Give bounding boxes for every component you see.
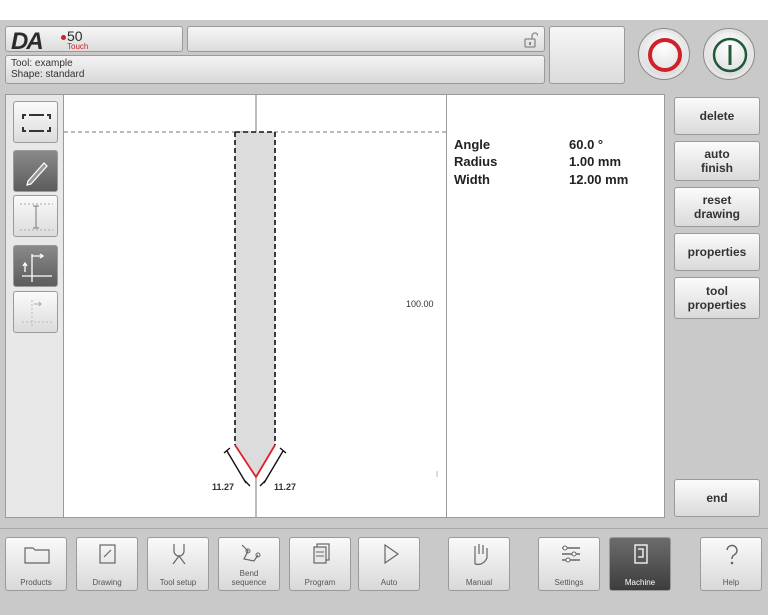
logo-da-text: DA [11,28,44,55]
stop-button[interactable] [638,28,690,80]
nav-manual[interactable]: Manual [448,537,510,591]
reset-drawing-button-label: reset drawing [693,193,740,221]
offset-axis-button[interactable] [13,291,58,333]
main-workspace: 100.00 11.27 11.27 Angle 60.0 ° Radius 1… [5,94,665,518]
property-value[interactable]: 12.00 mm [569,172,669,187]
axis-move-button[interactable] [13,245,58,287]
help-icon [726,544,738,565]
nav-label: Products [20,578,52,587]
folder-icon [24,547,50,564]
empty-panel [549,26,625,84]
vertical-dimension-button[interactable] [13,195,58,237]
nav-auto[interactable]: Auto [358,537,420,591]
property-value[interactable]: 1.00 mm [569,154,669,169]
auto-finish-button[interactable]: auto finish [674,141,760,181]
properties-panel: Angle 60.0 ° Radius 1.00 mm Width 12.00 … [448,95,664,517]
logo-dot [61,35,66,40]
status-bar [187,26,545,52]
axis-move-icon [22,253,52,282]
logo-touch-text: Touch [67,42,89,51]
end-button[interactable]: end [674,479,760,517]
property-name: Angle [454,137,491,152]
app-window: DA 50 Touch Tool: example Shape: standar… [0,20,768,615]
nav-label: Settings [554,578,584,587]
hand-icon [474,544,488,565]
delete-button[interactable]: delete [674,97,760,135]
properties-button-label: properties [687,245,747,259]
select-frame-icon [22,114,51,132]
tool-name-text: Tool: example [11,58,73,69]
end-button-label: end [706,491,728,505]
drawing-toolbar [6,95,64,517]
drawing-icon [99,544,116,564]
start-icon [712,37,748,73]
nav-label: Help [722,578,740,587]
nav-bend-sequence[interactable]: Bend sequence [218,537,280,591]
program-icon [313,543,330,564]
property-value[interactable]: 60.0 ° [569,137,669,152]
nav-label: Drawing [92,578,122,587]
nav-label: Auto [380,578,398,587]
delete-button-label: delete [699,109,735,123]
nav-machine[interactable]: Machine [609,537,671,591]
nav-label: Program [304,578,336,587]
nav-drawing[interactable]: Drawing [76,537,138,591]
nav-label: Bend sequence [231,569,267,587]
nav-settings[interactable]: Settings [538,537,600,591]
nav-program[interactable]: Program [289,537,351,591]
tool-setup-icon [172,544,186,565]
tool-properties-button[interactable]: tool properties [674,277,760,319]
reset-drawing-button[interactable]: reset drawing [674,187,760,227]
vertical-dimension-icon [20,203,53,231]
settings-list-icon [562,545,580,563]
shape-name-text: Shape: standard [11,69,85,80]
machine-icon [634,544,648,564]
stop-icon [648,38,682,72]
nav-label: Tool setup [159,578,197,587]
lock-open-icon[interactable] [524,32,539,48]
properties-button[interactable]: properties [674,233,760,271]
offset-axis-icon [22,300,52,328]
property-name: Width [454,172,490,187]
pencil-button[interactable] [13,150,58,192]
right-width-dimension-label: 11.27 [274,482,297,492]
nav-products[interactable]: Products [5,537,67,591]
nav-tool-setup[interactable]: Tool setup [147,537,209,591]
tool-profile-drawing [64,95,447,517]
left-width-dimension-label: 11.27 [212,482,235,492]
tool-properties-button-label: tool properties [687,284,747,312]
start-button[interactable] [703,28,755,80]
bottom-navigation: Products Drawing Tool setup Bend sequence [0,528,768,615]
nav-label: Manual [465,578,493,587]
play-icon [384,543,400,565]
tool-info-panel: Tool: example Shape: standard [5,55,545,84]
property-name: Radius [454,154,498,169]
auto-finish-button-label: auto finish [701,147,733,175]
height-dimension-label: 100.00 [406,299,434,309]
tool-drawing-canvas[interactable]: 100.00 11.27 11.27 [64,95,447,517]
select-frame-button[interactable] [13,101,58,143]
brand-logo: DA 50 Touch [5,26,183,55]
pencil-icon [26,162,48,186]
nav-label: Machine [624,578,656,587]
nav-help[interactable]: Help [700,537,762,591]
bend-sequence-icon [241,544,261,562]
